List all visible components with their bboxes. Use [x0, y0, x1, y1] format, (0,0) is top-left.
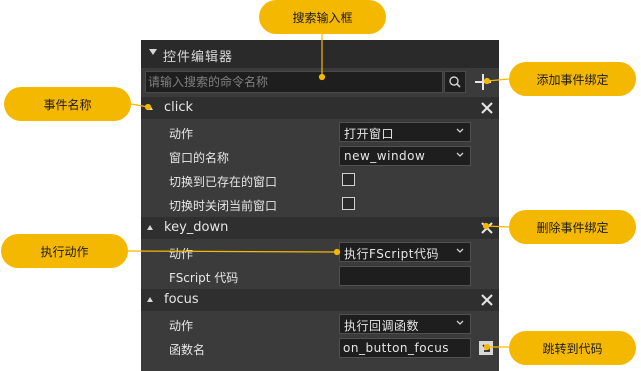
callout-label: 删除事件绑定	[536, 220, 609, 235]
callout-delete-event-binding: 删除事件绑定	[509, 210, 636, 244]
callout-search-input: 搜索输入框	[259, 0, 386, 34]
callout-label: 搜索输入框	[292, 10, 353, 25]
callout-label: 添加事件绑定	[536, 72, 609, 87]
callout-jump-to-code: 跳转到代码	[509, 331, 636, 365]
annotation-lines	[127, 34, 510, 351]
callout-label: 跳转到代码	[542, 341, 603, 356]
callout-add-event-binding: 添加事件绑定	[509, 62, 636, 96]
callout-label: 事件名称	[43, 97, 92, 112]
callout-label: 执行动作	[40, 244, 89, 259]
callout-event-name: 事件名称	[4, 87, 131, 121]
callout-execute-action: 执行动作	[1, 234, 128, 268]
